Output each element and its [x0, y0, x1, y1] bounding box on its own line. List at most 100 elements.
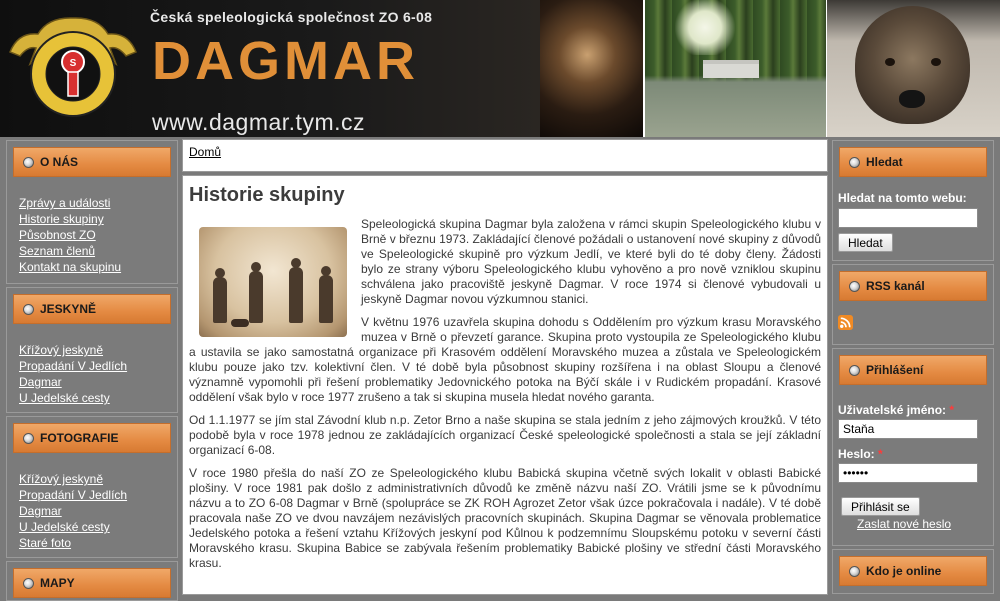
search-heading: Hledat — [839, 147, 987, 177]
dog-nose — [899, 90, 925, 108]
username-label-text: Uživatelské jméno: — [838, 403, 947, 417]
svg-text:S: S — [70, 58, 77, 69]
link-history[interactable]: Historie skupiny — [19, 212, 104, 226]
menu-item: Staré foto — [19, 535, 177, 551]
forest-hut — [703, 60, 759, 78]
bullet-icon — [849, 156, 860, 168]
username-field[interactable] — [838, 419, 978, 439]
online-box: Kdo je online — [832, 549, 994, 594]
menu-box-maps: MAPY — [6, 561, 178, 601]
dog-eye — [885, 58, 895, 66]
bullet-icon — [23, 156, 34, 168]
dog-figure — [231, 319, 249, 327]
link-members[interactable]: Seznam členů — [19, 244, 95, 258]
search-button[interactable]: Hledat — [838, 233, 893, 252]
password-label: Heslo: * — [838, 447, 993, 461]
login-box: Přihlášení Uživatelské jméno: * Heslo: *… — [832, 348, 994, 546]
bullet-icon — [23, 432, 34, 444]
menu-heading: FOTOGRAFIE — [13, 423, 171, 453]
link-krizove[interactable]: Křížový jeskyně — [19, 343, 103, 357]
login-heading: Přihlášení — [839, 355, 987, 385]
link-photo-propadani[interactable]: Propadání V Jedlích — [19, 488, 127, 502]
menu-box-photos: FOTOGRAFIE Křížový jeskyně Propadání V J… — [6, 416, 178, 558]
person-figure — [249, 262, 263, 323]
banner-forest-photo — [645, 0, 827, 137]
menu-item: U Jedelské cesty — [19, 390, 177, 406]
banner-url: www.dagmar.tym.cz — [152, 109, 365, 135]
menu-item: Propadání V Jedlích — [19, 358, 177, 374]
search-input[interactable] — [838, 208, 978, 228]
menu-heading-label: FOTOGRAFIE — [40, 431, 119, 445]
menu-item: Dagmar — [19, 374, 177, 390]
dog-head — [855, 6, 970, 124]
link-photo-jedelske[interactable]: U Jedelské cesty — [19, 520, 110, 534]
link-propadani[interactable]: Propadání V Jedlích — [19, 359, 127, 373]
rss-icon[interactable] — [838, 315, 853, 330]
menu-item: Křížový jeskyně — [19, 342, 177, 358]
menu-item: Historie skupiny — [19, 211, 177, 227]
banner-subtitle: Česká speleologická společnost ZO 6-08 — [150, 9, 433, 25]
breadcrumb-home-link[interactable]: Domů — [189, 145, 221, 159]
header-banner: S Česká speleologická společnost ZO 6-08… — [0, 0, 1000, 137]
dog-eye — [931, 58, 941, 66]
banner-title: DAGMAR — [152, 31, 419, 91]
search-label: Hledat na tomto webu: — [838, 191, 967, 205]
menu-heading[interactable]: MAPY — [13, 568, 171, 598]
link-scope[interactable]: Působnost ZO — [19, 228, 96, 242]
forest-sky — [675, 0, 735, 55]
online-heading-label: Kdo je online — [866, 564, 942, 578]
banner-cave-photo — [540, 0, 645, 137]
required-mark: * — [949, 403, 955, 417]
bullet-icon — [849, 565, 860, 577]
article-paragraph: V roce 1980 přešla do naší ZO ze Speleol… — [189, 466, 821, 570]
link-photo-old[interactable]: Staré foto — [19, 536, 71, 550]
search-heading-label: Hledat — [866, 155, 903, 169]
link-jedelske[interactable]: U Jedelské cesty — [19, 391, 110, 405]
menu-heading: O NÁS — [13, 147, 171, 177]
banner-dog-photo — [827, 0, 1000, 137]
menu-heading: JESKYNĚ — [13, 294, 171, 324]
menu-item: Zprávy a události — [19, 195, 177, 211]
menu-item: Seznam členů — [19, 243, 177, 259]
online-heading: Kdo je online — [839, 556, 987, 586]
link-news[interactable]: Zprávy a události — [19, 196, 110, 210]
search-box: Hledat Hledat na tomto webu: Hledat — [832, 140, 994, 261]
menu-heading-label: O NÁS — [40, 155, 79, 169]
person-figure — [289, 258, 303, 323]
society-logo: S — [9, 17, 137, 117]
link-photo-dagmar[interactable]: Dagmar — [19, 504, 62, 518]
link-dagmar[interactable]: Dagmar — [19, 375, 62, 389]
menu-heading-label: MAPY — [40, 576, 75, 590]
menu-item: U Jedelské cesty — [19, 519, 177, 535]
person-figure — [213, 268, 227, 323]
rss-heading: RSS kanál — [839, 271, 987, 301]
username-label: Uživatelské jméno: * — [838, 403, 993, 417]
breadcrumb: Domů — [182, 139, 828, 172]
login-heading-label: Přihlášení — [866, 363, 924, 377]
bullet-icon — [849, 280, 860, 292]
menu-item: Kontakt na skupinu — [19, 259, 177, 275]
menu-heading-label: JESKYNĚ — [40, 302, 97, 316]
menu-item: Působnost ZO — [19, 227, 177, 243]
menu-item: Křížový jeskyně — [19, 471, 177, 487]
historic-photo — [199, 227, 347, 337]
password-field[interactable] — [838, 463, 978, 483]
person-figure — [319, 266, 333, 323]
link-photo-krizove[interactable]: Křížový jeskyně — [19, 472, 103, 486]
page-title: Historie skupiny — [189, 184, 345, 206]
menu-box-caves: JESKYNĚ Křížový jeskyně Propadání V Jedl… — [6, 287, 178, 413]
required-mark: * — [878, 447, 883, 461]
rss-box: RSS kanál — [832, 264, 994, 345]
menu-item: Propadání V Jedlích — [19, 487, 177, 503]
bullet-icon — [23, 303, 34, 315]
forgot-password-link[interactable]: Zaslat nové heslo — [857, 517, 951, 531]
rss-heading-label: RSS kanál — [866, 279, 925, 293]
bullet-icon — [849, 364, 860, 376]
menu-box-about: O NÁS Zprávy a události Historie skupiny… — [6, 140, 178, 284]
password-label-text: Heslo: — [838, 447, 875, 461]
article-paragraph: Od 1.1.1977 se jím stal Závodní klub n.p… — [189, 413, 821, 457]
bullet-icon — [23, 577, 34, 589]
menu-item: Dagmar — [19, 503, 177, 519]
link-contact[interactable]: Kontakt na skupinu — [19, 260, 121, 274]
login-button[interactable]: Přihlásit se — [841, 497, 920, 516]
